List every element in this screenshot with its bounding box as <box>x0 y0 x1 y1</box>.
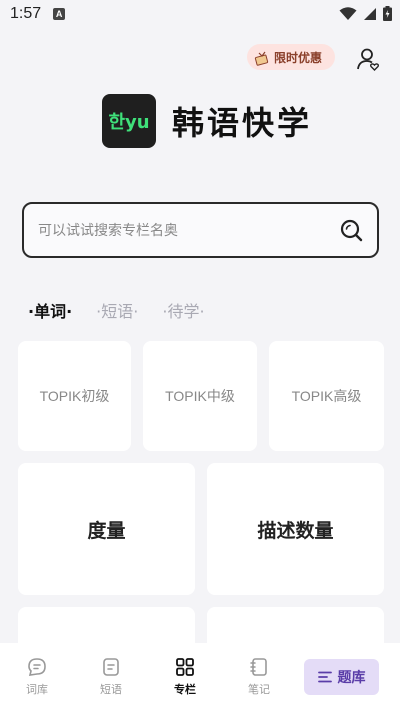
status-bar: 1:57 A <box>0 0 400 28</box>
document-icon <box>103 658 119 676</box>
tab-to-learn[interactable]: ·待学· <box>162 298 204 322</box>
list-icon <box>317 671 332 683</box>
nav-item-notes[interactable]: 笔记 <box>231 643 287 711</box>
card-label: 度量 <box>87 519 126 542</box>
wifi-icon <box>339 6 357 20</box>
card-topik-advanced[interactable]: TOPIK高级 <box>269 341 384 451</box>
app-title: 韩语快学 <box>172 104 313 142</box>
quiz-bank-label: 题库 <box>337 670 366 686</box>
nav-label: 专栏 <box>174 683 196 696</box>
category-tabs: ·单词· ·短语· ·待学· <box>28 298 205 322</box>
notebook-icon <box>250 658 267 676</box>
card-describe-quantity[interactable]: 描述数量 <box>207 463 384 595</box>
tab-phrases[interactable]: ·短语· <box>96 298 138 322</box>
user-profile-button[interactable] <box>356 47 380 71</box>
card-topik-intermediate[interactable]: TOPIK中级 <box>143 341 257 451</box>
app-logo: 한yu <box>102 94 156 148</box>
tab-words[interactable]: ·单词· <box>28 298 72 322</box>
nav-item-vocabulary[interactable]: 词库 <box>9 643 65 711</box>
nav-item-columns[interactable]: 专栏 <box>157 643 213 711</box>
nav-item-phrases[interactable]: 短语 <box>83 643 139 711</box>
signal-icon <box>364 7 376 20</box>
search-bar[interactable]: 可以试试搜索专栏名奥 <box>22 202 379 258</box>
search-placeholder: 可以试试搜索专栏名奥 <box>38 223 178 239</box>
card-label: TOPIK高级 <box>291 388 362 404</box>
status-time: 1:57 <box>10 5 42 22</box>
nav-label: 笔记 <box>248 683 270 696</box>
user-heart-icon <box>357 48 380 71</box>
limited-offer-button[interactable]: 限时优惠 <box>247 44 335 70</box>
nav-label: 短语 <box>100 683 122 696</box>
nav-label: 词库 <box>26 683 48 696</box>
card-measurement[interactable]: 度量 <box>18 463 195 595</box>
notification-a-icon: A <box>53 8 66 20</box>
battery-icon <box>383 6 392 21</box>
chat-bubble-icon <box>28 658 46 676</box>
card-label: TOPIK中级 <box>165 388 235 404</box>
gift-icon <box>254 51 269 66</box>
limited-offer-label: 限时优惠 <box>274 50 323 65</box>
card-label: 描述数量 <box>257 519 334 542</box>
quiz-bank-button[interactable]: 题库 <box>304 659 379 695</box>
brand-header: 한yu 韩语快学 <box>102 94 312 148</box>
card-topik-beginner[interactable]: TOPIK初级 <box>18 341 131 451</box>
card-label: TOPIK初级 <box>39 388 110 404</box>
app-logo-text: 한yu <box>108 112 150 133</box>
grid-icon <box>176 658 194 676</box>
search-icon[interactable] <box>339 218 363 242</box>
